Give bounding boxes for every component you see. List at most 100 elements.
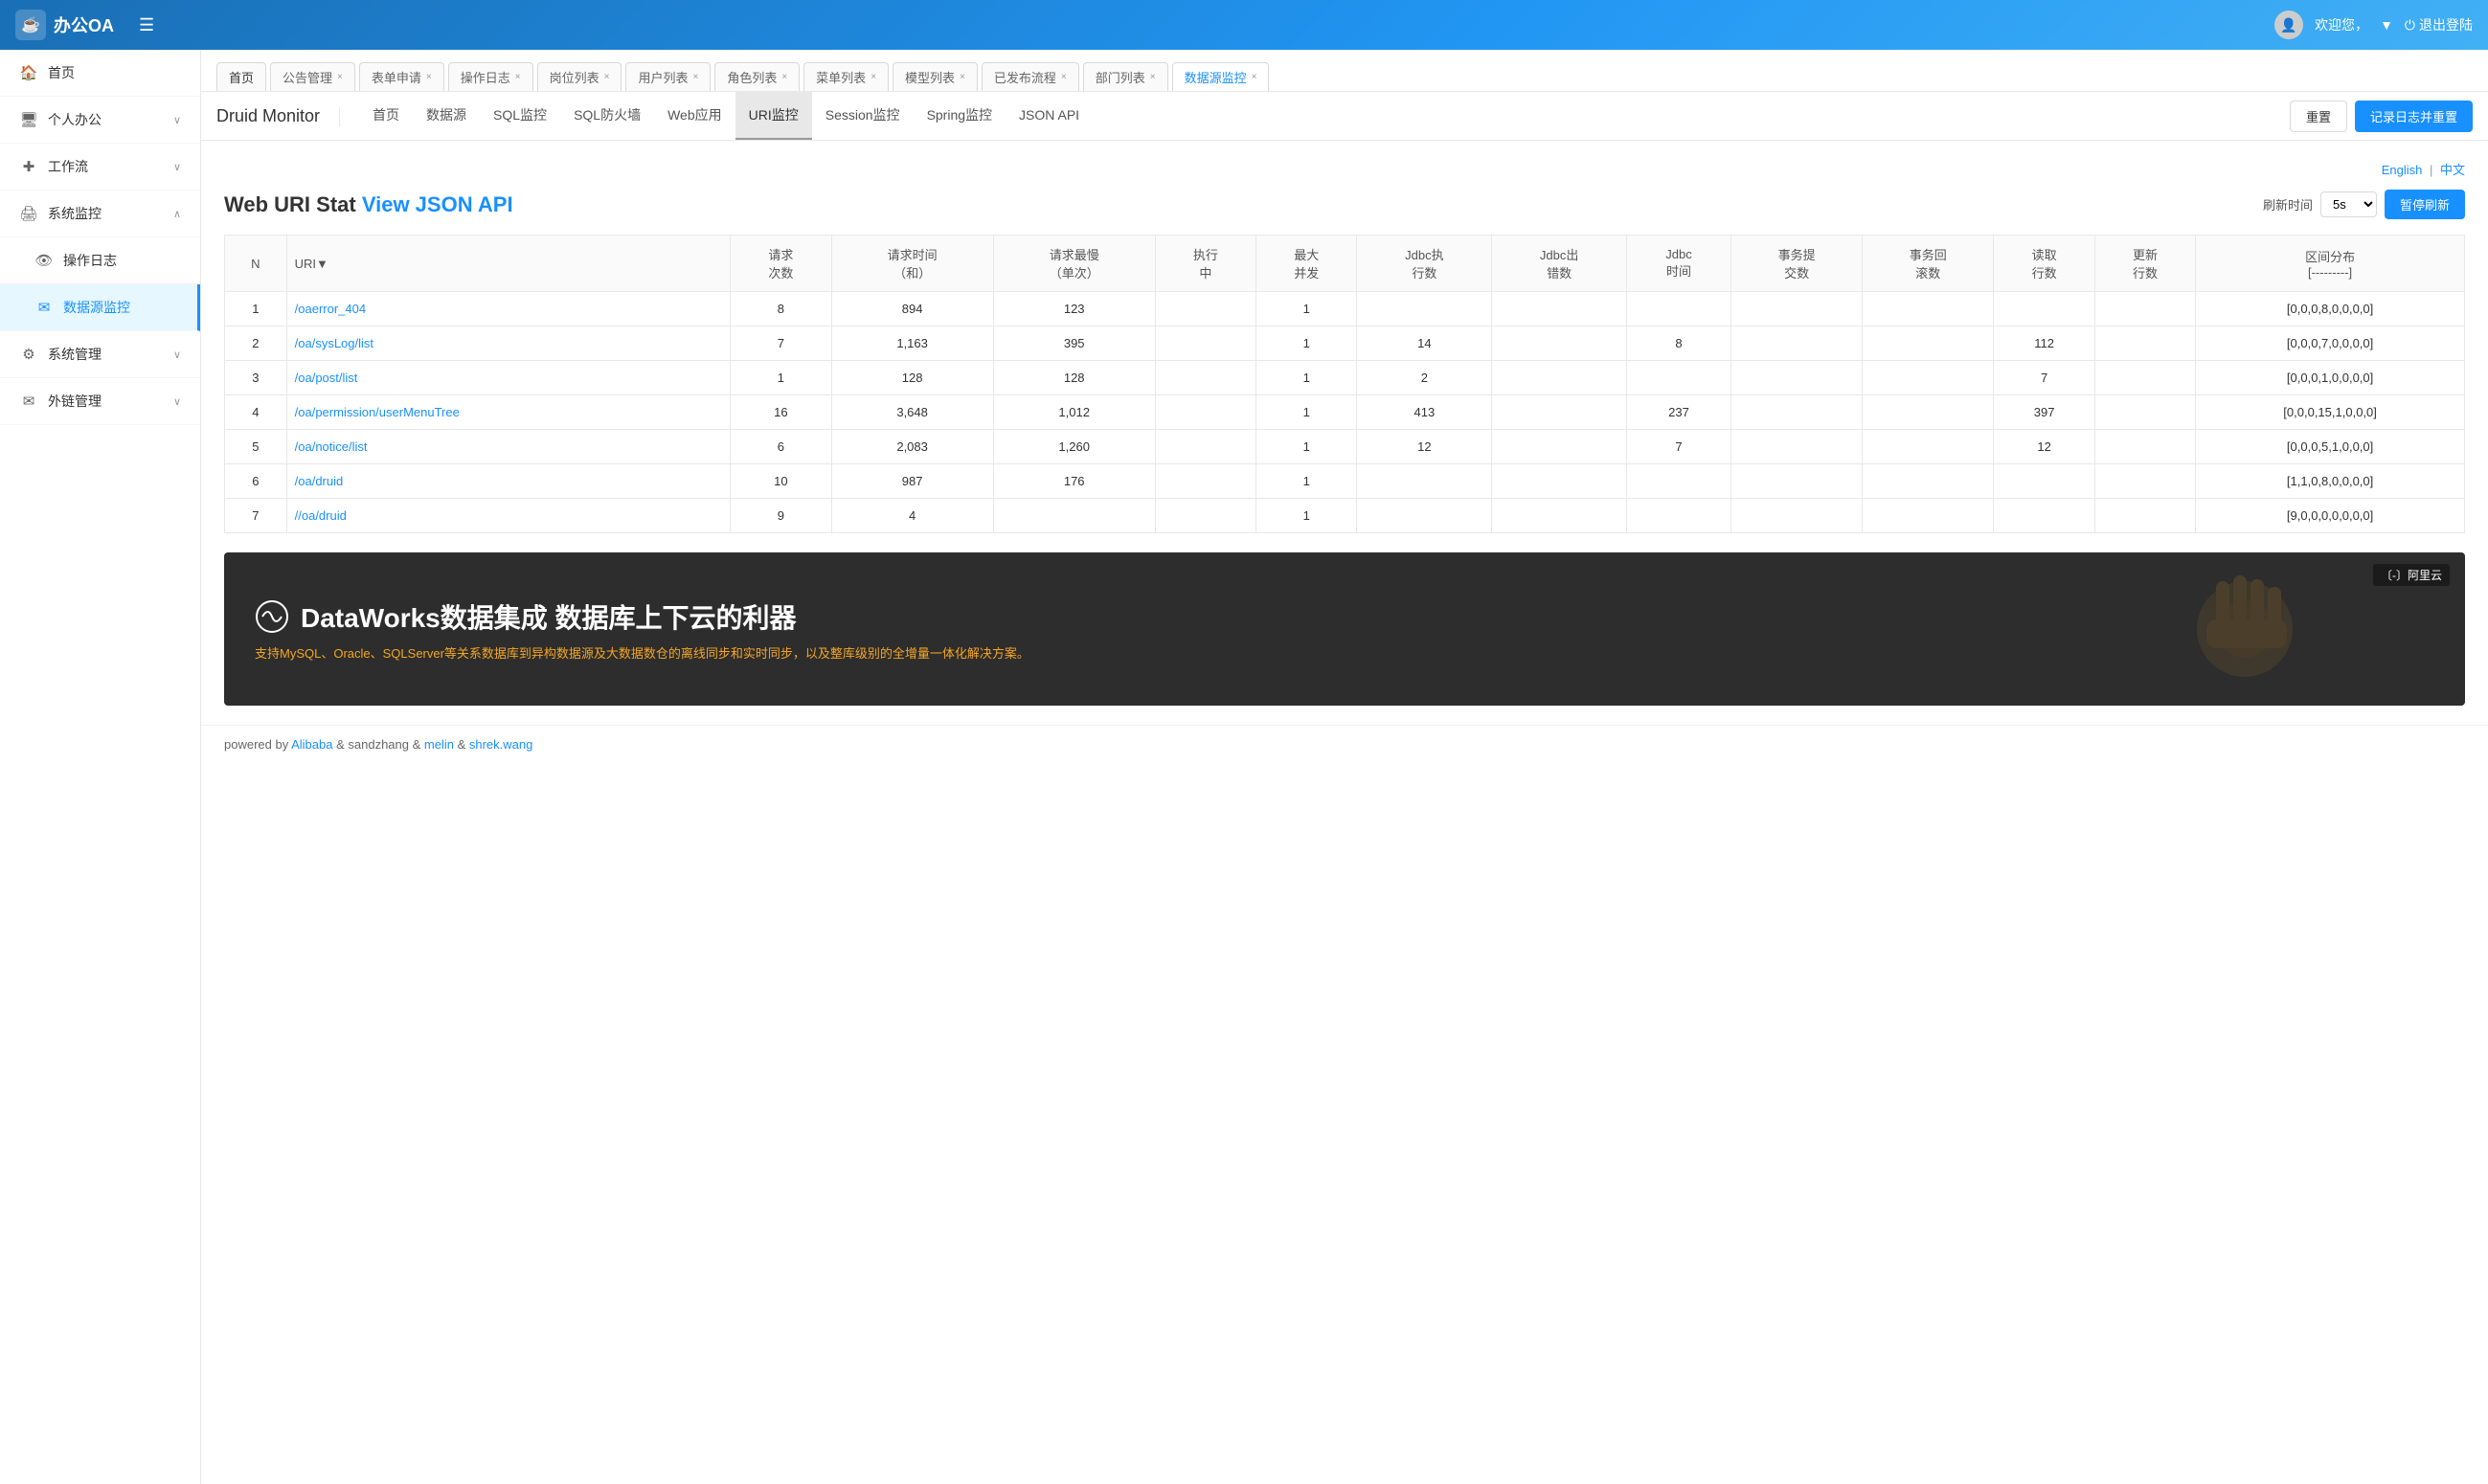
druid-nav-sql-firewall[interactable]: SQL防火墙 [560, 92, 654, 140]
cell-max-concurrent: 1 [1256, 430, 1357, 464]
cell-uri[interactable]: /oa/notice/list [286, 430, 731, 464]
druid-nav-home[interactable]: 首页 [359, 92, 413, 140]
sidebar-item-datasource[interactable]: ✉ 数据源监控 [0, 284, 200, 331]
cell-uri[interactable]: /oa/permission/userMenuTree [286, 395, 731, 430]
refresh-select[interactable]: 5s 10s 30s 60s off [2320, 191, 2377, 217]
log-reset-button[interactable]: 记录日志并重置 [2355, 101, 2473, 132]
tab-users[interactable]: 用户列表 × [625, 62, 711, 91]
cell-tx-rollback [1863, 361, 1994, 395]
tab-close-icon[interactable]: × [781, 72, 787, 82]
footer-link-melin[interactable]: melin [424, 737, 454, 752]
tab-home[interactable]: 首页 [216, 62, 266, 91]
cell-executing [1155, 464, 1255, 499]
page-title-link[interactable]: View JSON API [362, 192, 513, 216]
tab-close-icon[interactable]: × [604, 72, 610, 82]
tab-published[interactable]: 已发布流程 × [982, 62, 1079, 91]
footer-link-shrek[interactable]: shrek.wang [469, 737, 532, 752]
uri-link[interactable]: /oa/notice/list [295, 439, 368, 454]
cell-update-rows [2094, 326, 2195, 361]
uri-link[interactable]: //oa/druid [295, 508, 347, 523]
tab-roles[interactable]: 角色列表 × [714, 62, 800, 91]
sidebar-item-sysadmin[interactable]: ⚙ 系统管理 ∨ [0, 331, 200, 378]
cell-tx-commit [1730, 326, 1862, 361]
cell-uri[interactable]: //oa/druid [286, 499, 731, 533]
cell-executing [1155, 395, 1255, 430]
sidebar-item-sysmonitor[interactable]: 🖨 系统监控 ∧ [0, 191, 200, 237]
tab-oplog[interactable]: 操作日志 × [448, 62, 533, 91]
cell-jdbc-err [1492, 292, 1627, 326]
uri-link[interactable]: /oa/post/list [295, 371, 358, 385]
col-read-rows: 读取行数 [1994, 236, 2094, 292]
menu-toggle-icon[interactable]: ☰ [133, 10, 160, 41]
tab-dept[interactable]: 部门列表 × [1083, 62, 1168, 91]
cell-uri[interactable]: /oa/post/list [286, 361, 731, 395]
sidebar-item-home[interactable]: 🏠 首页 [0, 50, 200, 97]
cell-req-time-sum: 2,083 [831, 430, 993, 464]
cell-req-time-sum: 987 [831, 464, 993, 499]
druid-nav-uri-monitor[interactable]: URI监控 [735, 92, 812, 140]
col-req-count: 请求次数 [731, 236, 831, 292]
cell-distribution: [0,0,0,1,0,0,0,0] [2196, 361, 2465, 395]
tab-close-icon[interactable]: × [426, 72, 432, 82]
druid-nav-json-api[interactable]: JSON API [1006, 94, 1093, 138]
tab-close-icon[interactable]: × [692, 72, 698, 82]
refresh-label: 刷新时间 [2263, 195, 2313, 214]
tab-models[interactable]: 模型列表 × [893, 62, 978, 91]
uri-link[interactable]: /oa/druid [295, 474, 344, 488]
cell-update-rows [2094, 361, 2195, 395]
druid-nav-webapp[interactable]: Web应用 [654, 92, 735, 140]
cell-jdbc-err [1492, 499, 1627, 533]
lang-english-link[interactable]: English [2382, 163, 2423, 177]
tab-close-icon[interactable]: × [1252, 72, 1257, 82]
sidebar-item-oplog[interactable]: 👁 操作日志 [0, 237, 200, 284]
col-tx-rollback: 事务回滚数 [1863, 236, 1994, 292]
col-req-time-sum: 请求时间（和） [831, 236, 993, 292]
header-logo: ☕ 办公OA [15, 10, 114, 40]
cell-uri[interactable]: /oaerror_404 [286, 292, 731, 326]
uri-link[interactable]: /oa/sysLog/list [295, 336, 373, 350]
tab-announcement[interactable]: 公告管理 × [270, 62, 355, 91]
sidebar-item-extlink[interactable]: ✉ 外链管理 ∨ [0, 378, 200, 425]
logout-button[interactable]: ⏻ 退出登陆 [2405, 15, 2473, 34]
sidebar-item-workflow[interactable]: ✚ 工作流 ∨ [0, 144, 200, 191]
footer-link-alibaba[interactable]: Alibaba [291, 737, 332, 752]
sidebar-item-personal[interactable]: 🖥 个人办公 ∨ [0, 97, 200, 144]
lang-separator: | [2430, 163, 2432, 177]
cell-jdbc-err [1492, 395, 1627, 430]
druid-nav-datasource[interactable]: 数据源 [413, 92, 480, 140]
tab-datasource-monitor[interactable]: 数据源监控 × [1172, 62, 1270, 91]
reset-button[interactable]: 重置 [2290, 101, 2347, 132]
cell-n: 2 [225, 326, 287, 361]
cell-uri[interactable]: /oa/sysLog/list [286, 326, 731, 361]
druid-nav-spring-monitor[interactable]: Spring监控 [914, 92, 1006, 140]
cell-distribution: [1,1,0,8,0,0,0,0] [2196, 464, 2465, 499]
tab-close-icon[interactable]: × [871, 72, 876, 82]
col-uri[interactable]: URI▼ [286, 236, 731, 292]
table-row: 5/oa/notice/list62,0831,260112712[0,0,0,… [225, 430, 2465, 464]
tab-close-icon[interactable]: × [337, 72, 343, 82]
cell-tx-rollback [1863, 326, 1994, 361]
cell-executing [1155, 292, 1255, 326]
cell-tx-rollback [1863, 292, 1994, 326]
uri-link[interactable]: /oaerror_404 [295, 302, 366, 316]
refresh-controls: 刷新时间 5s 10s 30s 60s off 暂停刷新 [2263, 190, 2465, 219]
banner-title: DataWorks数据集成 数据库上下云的利器 [301, 597, 797, 636]
tab-form[interactable]: 表单申请 × [359, 62, 444, 91]
cell-uri[interactable]: /oa/druid [286, 464, 731, 499]
table-row: 3/oa/post/list1128128127[0,0,0,1,0,0,0,0… [225, 361, 2465, 395]
tab-close-icon[interactable]: × [960, 72, 965, 82]
tab-close-icon[interactable]: × [1150, 72, 1156, 82]
tab-menus[interactable]: 菜单列表 × [803, 62, 889, 91]
lang-chinese-link[interactable]: 中文 [2440, 163, 2465, 177]
tab-close-icon[interactable]: × [515, 72, 521, 82]
cell-tx-commit [1730, 430, 1862, 464]
druid-nav-session-monitor[interactable]: Session监控 [812, 92, 914, 140]
tab-close-icon[interactable]: × [1061, 72, 1067, 82]
cell-jdbc-err [1492, 326, 1627, 361]
druid-nav-sql-monitor[interactable]: SQL监控 [480, 92, 560, 140]
main-layout: 🏠 首页 🖥 个人办公 ∨ ✚ 工作流 ∨ 🖨 系统监控 ∧ [0, 50, 2488, 1484]
stop-refresh-button[interactable]: 暂停刷新 [2385, 190, 2465, 219]
uri-link[interactable]: /oa/permission/userMenuTree [295, 405, 460, 419]
cell-req-time-max: 395 [993, 326, 1155, 361]
tab-positions[interactable]: 岗位列表 × [537, 62, 622, 91]
